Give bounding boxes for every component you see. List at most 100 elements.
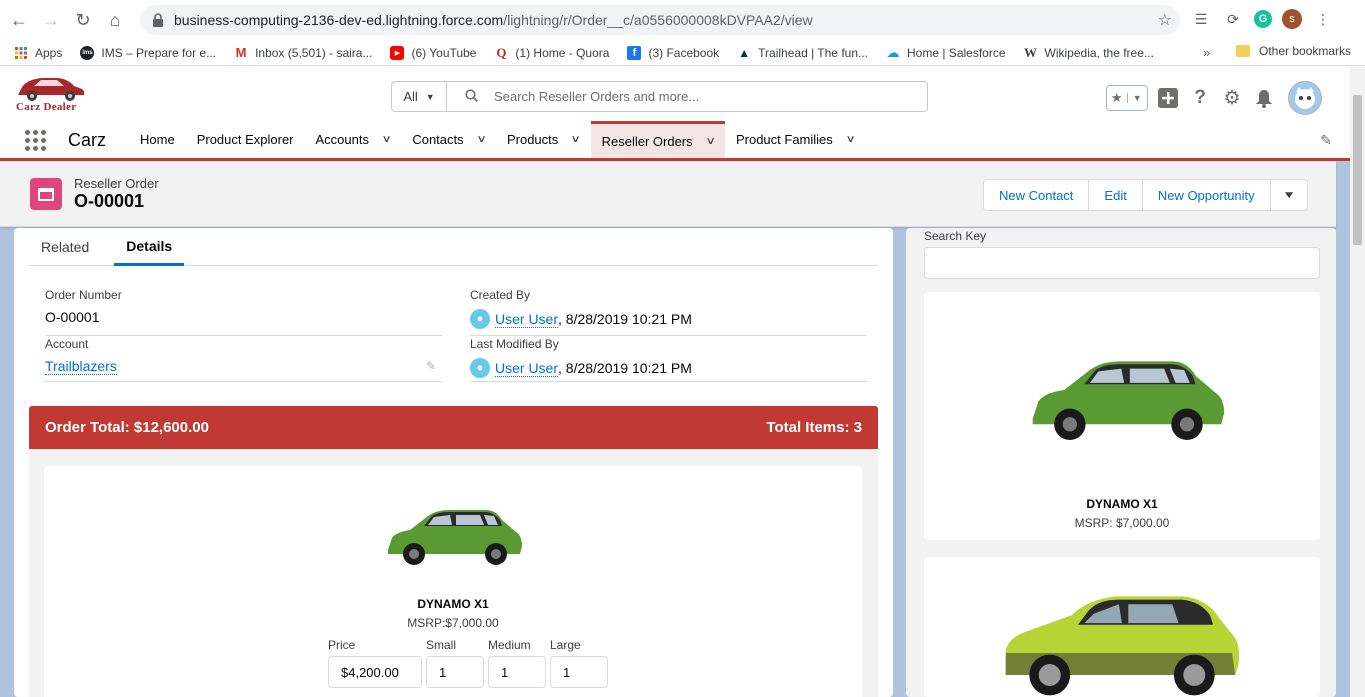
modified-date: , 8/28/2019 10:21 PM (558, 360, 692, 376)
bookmark-youtube[interactable]: ▶ (6) YouTube (390, 45, 476, 60)
large-quantity-input[interactable]: 1 (550, 656, 608, 688)
global-actions-plus-icon[interactable] (1156, 86, 1180, 110)
bell-icon[interactable] (1252, 86, 1276, 110)
product-image (388, 510, 522, 565)
more-bookmarks-chevron[interactable]: » (1203, 45, 1210, 60)
product-browser-panel: Search Key DYNAMO X1 MSRP: $7,000.00 (906, 228, 1336, 697)
quora-icon: Q (496, 44, 507, 60)
other-bookmarks-label: Other bookmarks (1259, 44, 1352, 58)
tab-related[interactable]: Related (29, 228, 101, 266)
created-by-field: Created By ● User User , 8/28/2019 10:21… (470, 288, 867, 336)
bookmark-label: (3) Facebook (648, 45, 720, 60)
salesforce-cloud-icon: ☁ (886, 44, 900, 60)
browser-toolbar: ← → ↻ ⌂ business-computing-2136-dev-ed.l… (0, 0, 1365, 40)
app-launcher-icon[interactable] (25, 130, 47, 152)
address-bar[interactable]: business-computing-2136-dev-ed.lightning… (140, 5, 1180, 35)
bookmark-star-icon[interactable]: ☆ (1158, 10, 1172, 30)
small-label: Small (426, 638, 457, 652)
edit-account-pencil-icon[interactable]: ✎ (426, 359, 436, 373)
nav-item-reseller-orders[interactable]: Reseller Orders ∨ (590, 121, 725, 158)
equalizer-extension-icon[interactable]: ☰ (1190, 8, 1212, 30)
medium-quantity-input[interactable]: 1 (488, 656, 546, 688)
caret-down-icon: ▼ (425, 91, 435, 102)
bookmark-salesforce[interactable]: ☁ Home | Salesforce (886, 44, 1006, 60)
order-items-area: DYNAMO X1 MSRP:$7,000.00 Price $4,200.00… (29, 449, 878, 697)
url-path: /lightning/r/Order__c/a0556000008kDVPAA2… (503, 12, 813, 28)
more-actions-dropdown-icon[interactable]: ▼ (1263, 180, 1313, 210)
search-scope-dropdown[interactable]: All ▼ (392, 82, 447, 111)
chevron-down-icon[interactable]: ∨ (571, 134, 581, 145)
bookmark-label: Inbox (5,501) - saira... (255, 45, 373, 60)
bookmark-gmail[interactable]: M Inbox (5,501) - saira... (234, 45, 373, 60)
nav-item-home[interactable]: Home (129, 121, 186, 158)
global-search: All ▼ Search Reseller Orders and more... (391, 81, 928, 112)
bookmark-label: Apps (35, 45, 63, 60)
product-tile[interactable]: DYNAMO X1 MSRP: $7,000.00 (924, 292, 1320, 540)
chevron-down-icon[interactable]: ∨ (476, 134, 486, 145)
global-header: Carz Dealer All ▼ Search Reseller Orders… (0, 67, 1350, 121)
nav-item-label: Contacts (412, 132, 464, 147)
field-label: Order Number (45, 288, 122, 302)
edit-button[interactable]: Edit (1089, 180, 1143, 210)
bookmark-facebook[interactable]: f (3) Facebook (627, 45, 720, 60)
order-summary-bar: Order Total: $12,600.00 Total Items: 3 (29, 406, 878, 449)
page-scrollbar[interactable] (1350, 67, 1365, 697)
scrollbar-thumb[interactable] (1353, 95, 1362, 245)
new-opportunity-button[interactable]: New Opportunity (1143, 180, 1271, 210)
chrome-menu-icon[interactable]: ⋮ (1312, 8, 1334, 30)
edit-nav-pencil-icon[interactable]: ✎ (1320, 132, 1332, 149)
favorites-dropdown-icon[interactable]: ▼ (1126, 93, 1148, 103)
field-value: ● User User , 8/28/2019 10:21 PM (470, 309, 692, 329)
large-label: Large (550, 638, 581, 652)
new-contact-button[interactable]: New Contact (984, 180, 1090, 210)
field-value: ● User User , 8/28/2019 10:21 PM (470, 358, 692, 378)
nav-item-product-explorer[interactable]: Product Explorer (186, 121, 305, 158)
order-total: Order Total: $12,600.00 (45, 419, 209, 436)
created-by-user-link[interactable]: User User (495, 311, 559, 328)
record-actions: New Contact Edit New Opportunity ▼ (983, 179, 1308, 211)
trailhead-icon: ▲ (738, 45, 751, 60)
small-quantity-input[interactable]: 1 (426, 656, 484, 688)
price-label: Price (328, 638, 356, 652)
chevron-down-icon[interactable]: ∨ (845, 134, 855, 145)
account-link[interactable]: Trailblazers (45, 358, 117, 375)
favorite-star-icon[interactable]: ★ (1107, 90, 1127, 106)
gear-icon[interactable]: ⚙ (1220, 86, 1244, 110)
other-bookmarks[interactable]: Other bookmarks (1236, 44, 1351, 58)
youtube-icon: ▶ (390, 45, 405, 60)
nav-item-label: Products (506, 132, 559, 147)
nav-item-contacts[interactable]: Contacts ∨ (401, 121, 496, 158)
search-key-input[interactable] (924, 247, 1320, 279)
field-label: Last Modified By (470, 337, 559, 351)
chevron-down-icon[interactable]: ∨ (705, 136, 715, 147)
bookmark-wikipedia[interactable]: W Wikipedia, the free... (1024, 45, 1154, 60)
nav-item-label: Product Families (735, 132, 833, 147)
price-input[interactable]: $4,200.00 (328, 656, 422, 688)
favorites-group: ★ ▼ (1106, 85, 1148, 111)
bookmark-trailhead[interactable]: ▲ Trailhead | The fun... (737, 46, 868, 60)
bookmark-quora[interactable]: Q (1) Home - Quora (494, 44, 609, 60)
reload-icon[interactable]: ↻ (70, 7, 96, 33)
tab-details[interactable]: Details (114, 228, 185, 266)
nav-item-label: Reseller Orders (601, 133, 693, 149)
last-modified-user-link[interactable]: User User (495, 360, 559, 377)
help-icon[interactable]: ? (1188, 86, 1212, 110)
user-avatar[interactable] (1288, 81, 1322, 115)
back-arrow-icon[interactable]: ← (6, 7, 32, 33)
search-scope-label: All (403, 89, 418, 104)
grammarly-icon[interactable]: G (1254, 10, 1272, 28)
bookmark-apps[interactable]: Apps (14, 46, 62, 60)
last-modified-by-field: Last Modified By ● User User , 8/28/2019… (470, 337, 867, 382)
product-tile[interactable] (924, 557, 1320, 697)
chevron-down-icon[interactable]: ∨ (382, 134, 392, 145)
nav-item-product-families[interactable]: Product Families ∨ (725, 121, 865, 158)
home-icon[interactable]: ⌂ (102, 7, 128, 33)
search-input[interactable]: Search Reseller Orders and more... (447, 88, 699, 105)
profile-avatar[interactable]: s (1282, 9, 1302, 29)
forward-arrow-icon[interactable]: → (38, 7, 64, 33)
ims-icon: ims (80, 45, 95, 60)
nav-item-accounts[interactable]: Accounts ∨ (305, 121, 402, 158)
refresh-extension-icon[interactable]: ⟳ (1222, 8, 1244, 30)
nav-item-products[interactable]: Products ∨ (496, 121, 591, 158)
bookmark-ims[interactable]: ims IMS – Prepare for e... (80, 45, 216, 60)
